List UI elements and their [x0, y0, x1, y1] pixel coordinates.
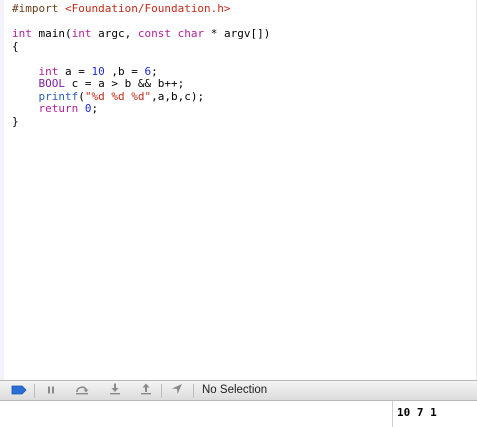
code-token: argc,	[91, 27, 138, 40]
code-token: {	[12, 39, 19, 53]
step-over-button[interactable]	[74, 384, 90, 398]
code-token: 10	[91, 64, 105, 78]
pause-icon	[46, 382, 56, 400]
code-token: #import	[12, 2, 65, 15]
code-token: (	[78, 89, 85, 103]
code-token: 0	[84, 102, 92, 115]
code-line[interactable]: }	[12, 114, 270, 129]
code-text[interactable]: #import <Foundation/Foundation.h> int ma…	[12, 2, 271, 129]
code-token: return	[38, 102, 79, 115]
code-token: ,a,b,c);	[151, 89, 205, 103]
code-token: "%d %d %d"	[84, 89, 152, 103]
code-token: <Foundation/Foundation.h>	[64, 2, 231, 15]
breakpoints-toggle-button[interactable]	[10, 384, 28, 398]
source-editor[interactable]: #import <Foundation/Foundation.h> int ma…	[0, 0, 477, 380]
debug-separator	[193, 384, 194, 398]
code-token: char	[177, 27, 205, 40]
step-out-button[interactable]	[138, 382, 154, 400]
code-line[interactable]: {	[12, 39, 270, 54]
console-output[interactable]: 10 7 1	[397, 406, 437, 419]
code-line[interactable]: int main(int argc, const char * argv[])	[12, 27, 271, 41]
editor-gutter	[0, 0, 4, 380]
code-token: c = a > b && b++;	[65, 77, 185, 90]
code-token: ;	[91, 102, 99, 115]
code-line[interactable]: return 0;	[12, 102, 270, 116]
location-arrow-icon	[171, 382, 183, 400]
code-token: main(	[31, 27, 72, 40]
debug-bar: No Selection	[0, 380, 477, 401]
code-token: int	[38, 64, 59, 78]
debug-area: 10 7 1	[0, 401, 477, 427]
step-over-icon	[75, 382, 89, 400]
code-token: * argv[])	[204, 27, 271, 40]
variables-view[interactable]	[0, 401, 393, 427]
code-token: ,b =	[104, 64, 145, 78]
code-token: const	[137, 27, 171, 40]
code-token: }	[12, 114, 19, 128]
pause-button[interactable]	[43, 384, 59, 398]
breakpoint-arrow-icon	[11, 382, 27, 400]
code-token: int	[12, 27, 32, 40]
code-token: printf	[38, 89, 79, 103]
code-token: a =	[58, 64, 92, 78]
code-line[interactable]: #import <Foundation/Foundation.h>	[12, 2, 270, 16]
simulate-location-button[interactable]	[169, 384, 185, 398]
code-token: int	[71, 27, 92, 40]
debug-separator	[161, 384, 162, 398]
code-token: BOOL	[38, 77, 66, 90]
step-into-button[interactable]	[107, 382, 123, 400]
selection-label: No Selection	[202, 384, 268, 396]
code-token: ;	[151, 64, 158, 78]
step-out-icon	[140, 382, 152, 400]
step-into-icon	[109, 382, 121, 400]
debug-separator	[34, 384, 35, 398]
